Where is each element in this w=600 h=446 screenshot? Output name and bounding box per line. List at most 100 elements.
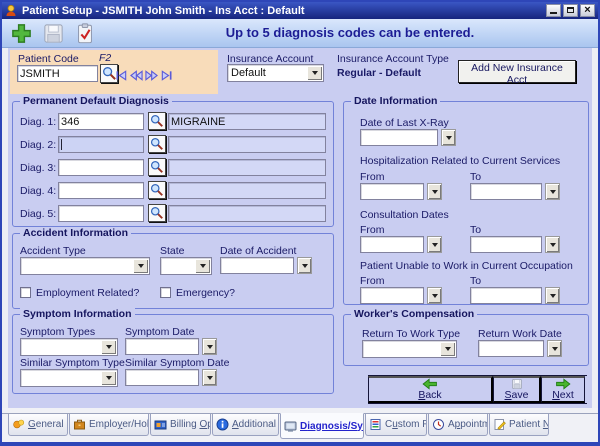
symptom-date-picker-button[interactable] [202,338,217,355]
similar-symptom-type-select[interactable] [20,369,118,387]
add-button[interactable] [7,20,35,46]
diag-5-search-button[interactable] [148,204,166,222]
tab-custom-fields[interactable]: Custom Fields [365,414,427,436]
accident-state-select[interactable] [160,257,212,275]
back-button[interactable]: Back [368,376,493,403]
diag-3-description [168,159,326,176]
diag-4-input[interactable] [58,182,144,199]
dropdown-arrow-icon [207,345,213,349]
patient-code-input[interactable] [17,65,98,82]
dropdown-arrow-icon[interactable] [307,66,322,80]
tab-billing-options[interactable]: Billing Options [150,414,211,436]
symptom-date-input[interactable] [125,338,199,355]
tab-appointments[interactable]: Appointments [428,414,488,436]
save-label: Save [505,390,529,401]
diag-2-input[interactable] [58,136,144,153]
dropdown-arrow-icon [302,264,308,268]
plus-icon [10,22,33,45]
similar-symptom-date-input[interactable] [125,369,199,386]
insurance-account-select[interactable]: Default [227,64,324,82]
accident-date-picker-button[interactable] [297,257,312,274]
consultation-to-input[interactable] [470,236,542,253]
diag-3-search-button[interactable] [148,158,166,176]
emergency-checkbox[interactable] [160,287,171,298]
accident-date-input[interactable] [220,257,294,274]
diag-2-description [168,136,326,153]
hospitalization-label: Hospitalization Related to Current Servi… [360,155,560,167]
minimize-button[interactable] [546,4,561,17]
dropdown-arrow-icon [550,294,556,298]
next-button[interactable]: Next [541,376,585,403]
tab-diagnosis-symptoms[interactable]: Diagnosis/Symptoms [280,413,364,439]
hospitalization-to-input[interactable] [470,183,542,200]
diag-5-input[interactable] [58,205,144,222]
record-next-button[interactable] [145,68,158,86]
dropdown-arrow-icon[interactable] [195,259,210,273]
first-record-icon [115,70,128,81]
notes-icon [493,418,506,431]
hospitalization-from-picker-button[interactable] [427,183,442,200]
add-new-insurance-button[interactable]: Add New Insurance Acct [458,60,576,83]
wizard-nav-bar: Back Save Next [368,375,587,404]
last-record-icon [160,70,173,81]
unable-to-picker-button[interactable] [545,287,560,304]
hospitalization-from-input[interactable] [360,183,424,200]
consultation-from-label: From [360,224,385,236]
record-previous-button[interactable] [130,68,143,86]
briefcase-icon [73,418,86,431]
xray-date-label: Date of Last X-Ray [360,117,449,129]
return-to-work-type-select[interactable] [362,340,457,358]
record-last-button[interactable] [160,68,173,86]
window-title: Patient Setup - JSMITH John Smith - Ins … [22,5,305,17]
employment-related-checkbox[interactable] [20,287,31,298]
dropdown-arrow-icon[interactable] [440,342,455,356]
diag-1-input[interactable] [58,113,144,130]
diag-1-search-button[interactable] [148,112,166,130]
consultation-from-picker-button[interactable] [427,236,442,253]
consultation-to-label: To [470,224,481,236]
return-work-date-picker-button[interactable] [547,340,562,357]
text-caret [61,139,62,150]
workers-comp-group-title: Worker's Compensation [351,308,477,320]
tab-additional-info[interactable]: Additional Info [212,414,279,436]
diag-3-input[interactable] [58,159,144,176]
save-button[interactable] [39,20,67,46]
dropdown-arrow-icon[interactable] [101,371,116,385]
verify-button[interactable] [71,20,99,46]
diag-2-label: Diag. 2: [20,139,56,151]
search-icon [150,160,164,174]
consultation-from-input[interactable] [360,236,424,253]
record-first-button[interactable] [115,68,128,86]
tab-patient-notes[interactable]: Patient Notes [489,414,549,436]
dropdown-arrow-icon [446,136,452,140]
symptom-types-label: Symptom Types [20,326,95,338]
unable-from-input[interactable] [360,287,424,304]
unable-to-label: To [470,275,481,287]
unable-from-picker-button[interactable] [427,287,442,304]
dropdown-arrow-icon [207,376,213,380]
restore-button[interactable] [563,4,578,17]
unable-to-input[interactable] [470,287,542,304]
patient-setup-window: Patient Setup - JSMITH John Smith - Ins … [0,0,600,446]
floppy-icon [42,22,65,45]
similar-symptom-date-picker-button[interactable] [202,369,217,386]
hospitalization-to-picker-button[interactable] [545,183,560,200]
xray-date-picker-button[interactable] [441,129,456,146]
symptom-types-select[interactable] [20,338,118,356]
diagnosis-group-title: Permanent Default Diagnosis [20,95,172,107]
save-nav-button[interactable]: Save [493,376,541,403]
xray-date-input[interactable] [360,129,438,146]
diag-4-search-button[interactable] [148,181,166,199]
consultation-to-picker-button[interactable] [545,236,560,253]
accident-type-label: Accident Type [20,245,86,257]
return-work-date-input[interactable] [478,340,544,357]
diag-4-description [168,182,326,199]
diag-2-search-button[interactable] [148,135,166,153]
dropdown-arrow-icon[interactable] [133,259,148,273]
accident-type-select[interactable] [20,257,150,275]
tab-employer-hold-info[interactable]: Employer/Hold Info [69,414,149,436]
close-button[interactable]: × [580,4,595,17]
dropdown-arrow-icon[interactable] [101,340,116,354]
accident-group-title: Accident Information [20,227,131,239]
tab-general-info[interactable]: General Info [8,414,68,436]
